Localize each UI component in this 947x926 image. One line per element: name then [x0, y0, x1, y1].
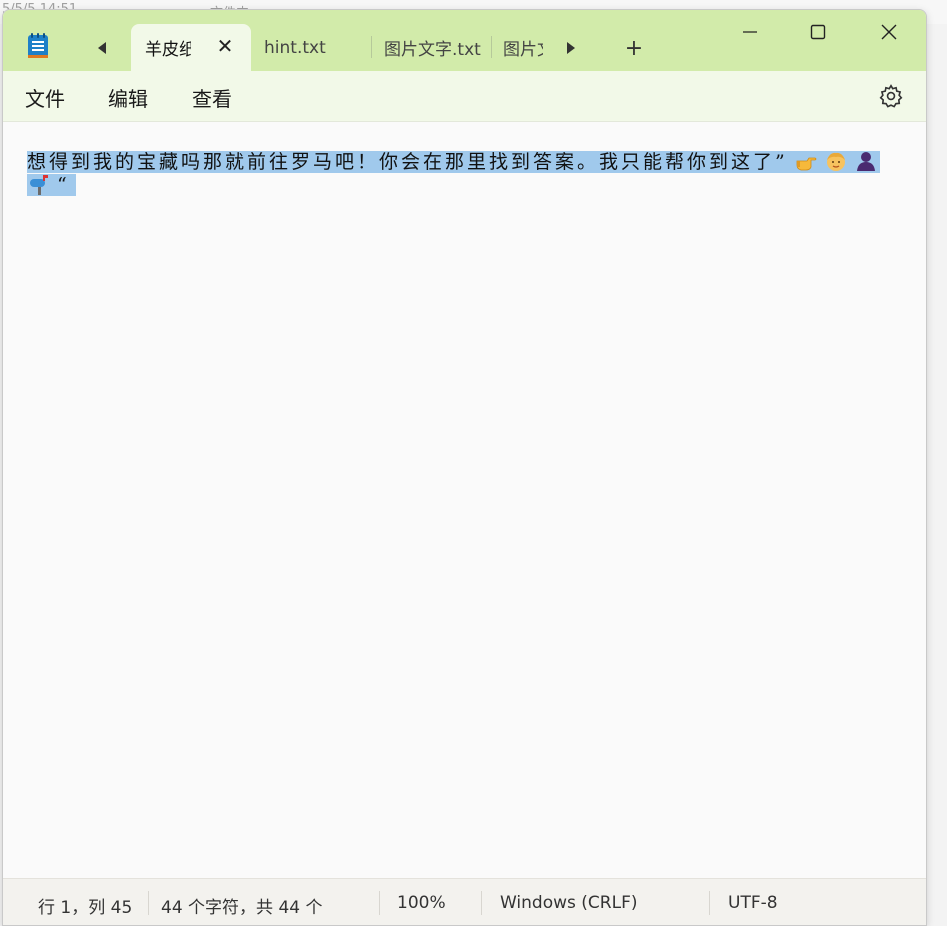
minimize-button[interactable]	[721, 12, 779, 52]
tab-divider	[491, 36, 492, 58]
tab-label: 羊皮纸	[145, 40, 191, 60]
editor-line-1: 想得到我的宝藏吗那就前往罗马吧！你会在那里找到答案。我只能帮你到这了”	[27, 150, 880, 173]
tab-label: 图片文字.txt	[384, 40, 481, 60]
maximize-button[interactable]	[789, 12, 847, 52]
gear-icon[interactable]	[878, 83, 904, 109]
notepad-window: 羊皮纸 ✕ hint.txt 图片文字.txt 图片文 +	[2, 9, 927, 926]
maximize-icon	[810, 24, 826, 40]
encoding[interactable]: UTF-8	[728, 893, 778, 913]
status-divider	[481, 891, 482, 915]
tab-hint[interactable]: hint.txt	[264, 24, 364, 71]
silhouette-emoji	[856, 152, 875, 171]
close-icon[interactable]: ✕	[213, 34, 237, 58]
status-divider	[148, 891, 149, 915]
line-ending[interactable]: Windows (CRLF)	[500, 893, 638, 913]
caret-right-icon	[567, 42, 575, 54]
quote-mark: “	[57, 174, 70, 196]
mailbox-emoji	[30, 175, 48, 195]
editor-line-2: “	[27, 173, 76, 196]
tab-label: hint.txt	[264, 37, 326, 58]
selected-text: 想得到我的宝藏吗那就前往罗马吧！你会在那里找到答案。我只能帮你到这了”	[27, 151, 788, 173]
status-divider	[709, 891, 710, 915]
close-window-button[interactable]	[860, 12, 918, 52]
emoji-group	[787, 151, 880, 173]
close-icon	[881, 24, 897, 40]
tab-label: 图片文	[503, 40, 543, 60]
tab-parchment[interactable]: 羊皮纸 ✕	[131, 24, 251, 71]
title-bar[interactable]: 羊皮纸 ✕ hint.txt 图片文字.txt 图片文 +	[3, 10, 926, 71]
menu-edit[interactable]: 编辑	[108, 83, 148, 112]
status-bar: 行 1，列 45 44 个字符，共 44 个 100% Windows (CRL…	[3, 878, 926, 925]
scroll-tabs-left-button[interactable]	[87, 34, 117, 62]
tab-divider	[371, 36, 372, 58]
character-count: 44 个字符，共 44 个	[161, 898, 323, 918]
menu-bar: 文件 编辑 查看	[3, 71, 926, 122]
selected-text-line-2: “	[27, 174, 76, 196]
menu-view[interactable]: 查看	[192, 83, 232, 112]
caret-left-icon	[98, 42, 106, 54]
menu-file[interactable]: 文件	[25, 83, 65, 112]
tab-image-text[interactable]: 图片文字.txt	[384, 24, 488, 71]
new-tab-button[interactable]: +	[619, 34, 649, 62]
minimize-icon	[743, 31, 757, 33]
status-divider	[379, 891, 380, 915]
plus-icon: +	[624, 35, 644, 61]
text-editor[interactable]: 想得到我的宝藏吗那就前往罗马吧！你会在那里找到答案。我只能帮你到这了” “	[3, 122, 926, 878]
pointing-hand-emoji	[796, 157, 817, 171]
cursor-position: 行 1，列 45	[38, 898, 133, 918]
zoom-level[interactable]: 100%	[397, 893, 446, 913]
person-face-emoji	[826, 152, 845, 171]
notepad-app-icon	[28, 33, 48, 58]
scroll-tabs-right-button[interactable]	[556, 34, 586, 62]
tab-image-text-2[interactable]: 图片文	[503, 24, 545, 71]
